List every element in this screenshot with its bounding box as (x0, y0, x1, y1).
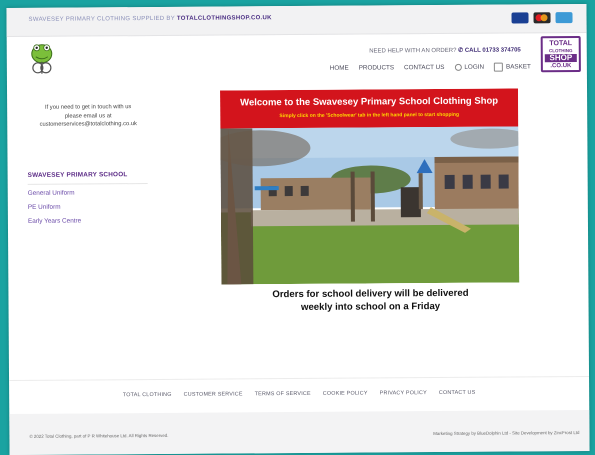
user-icon (454, 64, 461, 71)
footer-bottom: © 2022 Total Clothing, part of P R White… (9, 410, 589, 455)
payment-icons (511, 12, 572, 23)
sidebar-item-early-years[interactable]: Early Years Centre (28, 218, 81, 225)
help-contact: NEED HELP WITH AN ORDER? ✆ CALL 01733 37… (369, 46, 521, 54)
main-nav: HOME PRODUCTS CONTACT US LOGIN BASKET (330, 62, 531, 72)
credit-text[interactable]: Marketing Strategy by BlueDolphin Ltd - … (433, 430, 579, 436)
sidebar-links: General Uniform PE Uniform Early Years C… (28, 190, 82, 232)
nav-contact-us[interactable]: CONTACT US (404, 63, 444, 72)
banner-header: Welcome to the Swavesey Primary School C… (220, 88, 518, 128)
supplied-by-text: SWAVESEY PRIMARY CLOTHING SUPPLIED BY TO… (29, 15, 272, 23)
amex-card-icon (555, 12, 572, 23)
school-frog-logo[interactable] (27, 40, 57, 76)
nav-login[interactable]: LOGIN (454, 63, 484, 72)
footer-link-terms[interactable]: TERMS OF SERVICE (255, 391, 311, 397)
footer-link-privacy-policy[interactable]: PRIVACY POLICY (380, 390, 427, 396)
banner-subtitle: Simply click on the 'Schoolwear' tab in … (220, 111, 518, 119)
footer-link-total-clothing[interactable]: TOTAL CLOTHING (123, 392, 172, 398)
basket-icon (494, 63, 503, 72)
mastercard-icon (533, 12, 550, 23)
delivery-notice: Orders for school delivery will be deliv… (221, 286, 519, 314)
contact-email-link[interactable]: customerservices@totalclothing.co.uk (23, 120, 153, 129)
phone-number[interactable]: ✆ CALL 01733 374705 (458, 47, 521, 53)
page: SWAVESEY PRIMARY CLOTHING SUPPLIED BY TO… (6, 4, 589, 455)
sidebar-item-pe-uniform[interactable]: PE Uniform (28, 204, 81, 211)
welcome-banner: Welcome to the Swavesey Primary School C… (220, 88, 519, 284)
contact-info: If you need to get in touch with us plea… (23, 103, 153, 129)
nav-basket[interactable]: BASKET (494, 62, 531, 71)
top-bar: SWAVESEY PRIMARY CLOTHING SUPPLIED BY TO… (6, 4, 586, 37)
supplied-by-brand-link[interactable]: TOTALCLOTHINGSHOP.CO.UK (177, 15, 272, 22)
copyright-text: © 2022 Total Clothing, part of P R White… (29, 433, 168, 439)
footer-link-customer-service[interactable]: CUSTOMER SERVICE (184, 391, 243, 397)
footer-nav: TOTAL CLOTHING CUSTOMER SERVICE TERMS OF… (9, 376, 589, 399)
sidebar-item-general-uniform[interactable]: General Uniform (28, 190, 81, 197)
footer-link-contact-us[interactable]: CONTACT US (439, 390, 476, 396)
school-playground-photo (220, 126, 519, 284)
footer-link-cookie-policy[interactable]: COOKIE POLICY (323, 391, 368, 397)
total-clothing-shop-logo[interactable]: TOTAL CLOTHING SHOP .CO.UK (541, 36, 581, 72)
visa-card-icon (511, 12, 528, 23)
banner-title: Welcome to the Swavesey Primary School C… (220, 95, 518, 108)
nav-home[interactable]: HOME (330, 64, 349, 73)
school-heading: SWAVESEY PRIMARY SCHOOL (28, 171, 148, 185)
nav-products[interactable]: PRODUCTS (359, 63, 394, 72)
